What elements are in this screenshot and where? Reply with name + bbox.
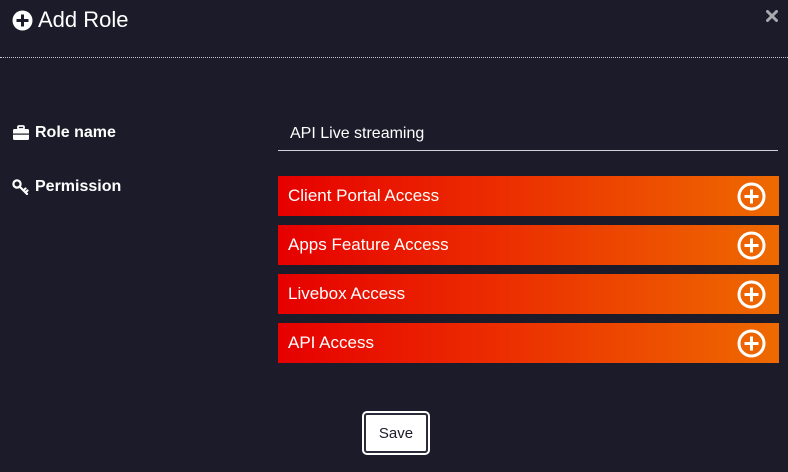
plus-circle-icon[interactable]: [737, 231, 766, 260]
permission-label-text: Permission: [35, 178, 122, 195]
dialog-header: Add Role: [0, 0, 788, 58]
permission-list: Client Portal Access Apps Feature Access…: [278, 176, 779, 372]
permission-item-livebox[interactable]: Livebox Access: [278, 274, 779, 314]
permission-label: Permission: [12, 178, 121, 196]
key-icon: [12, 179, 29, 195]
plus-circle-icon[interactable]: [737, 329, 766, 358]
add-role-dialog: Add Role Role name Permission Client Por…: [0, 0, 788, 472]
permission-item-label: Apps Feature Access: [288, 235, 449, 254]
permission-item-client-portal[interactable]: Client Portal Access: [278, 176, 779, 216]
close-icon[interactable]: [766, 10, 778, 22]
briefcase-icon: [13, 125, 29, 140]
permission-item-label: API Access: [288, 333, 374, 352]
role-name-label: Role name: [12, 124, 116, 142]
permission-item-api[interactable]: API Access: [278, 323, 779, 363]
permission-item-apps-feature[interactable]: Apps Feature Access: [278, 225, 779, 265]
plus-circle-icon: [12, 10, 33, 30]
permission-item-label: Client Portal Access: [288, 186, 440, 205]
dialog-title: Add Role: [12, 7, 129, 33]
role-name-label-text: Role name: [35, 124, 116, 141]
save-button[interactable]: Save: [362, 411, 430, 455]
plus-circle-icon[interactable]: [737, 280, 766, 309]
dialog-title-text: Add Role: [38, 7, 129, 32]
permission-item-label: Livebox Access: [288, 284, 406, 303]
plus-circle-icon[interactable]: [737, 182, 766, 211]
role-name-input[interactable]: [278, 118, 778, 151]
